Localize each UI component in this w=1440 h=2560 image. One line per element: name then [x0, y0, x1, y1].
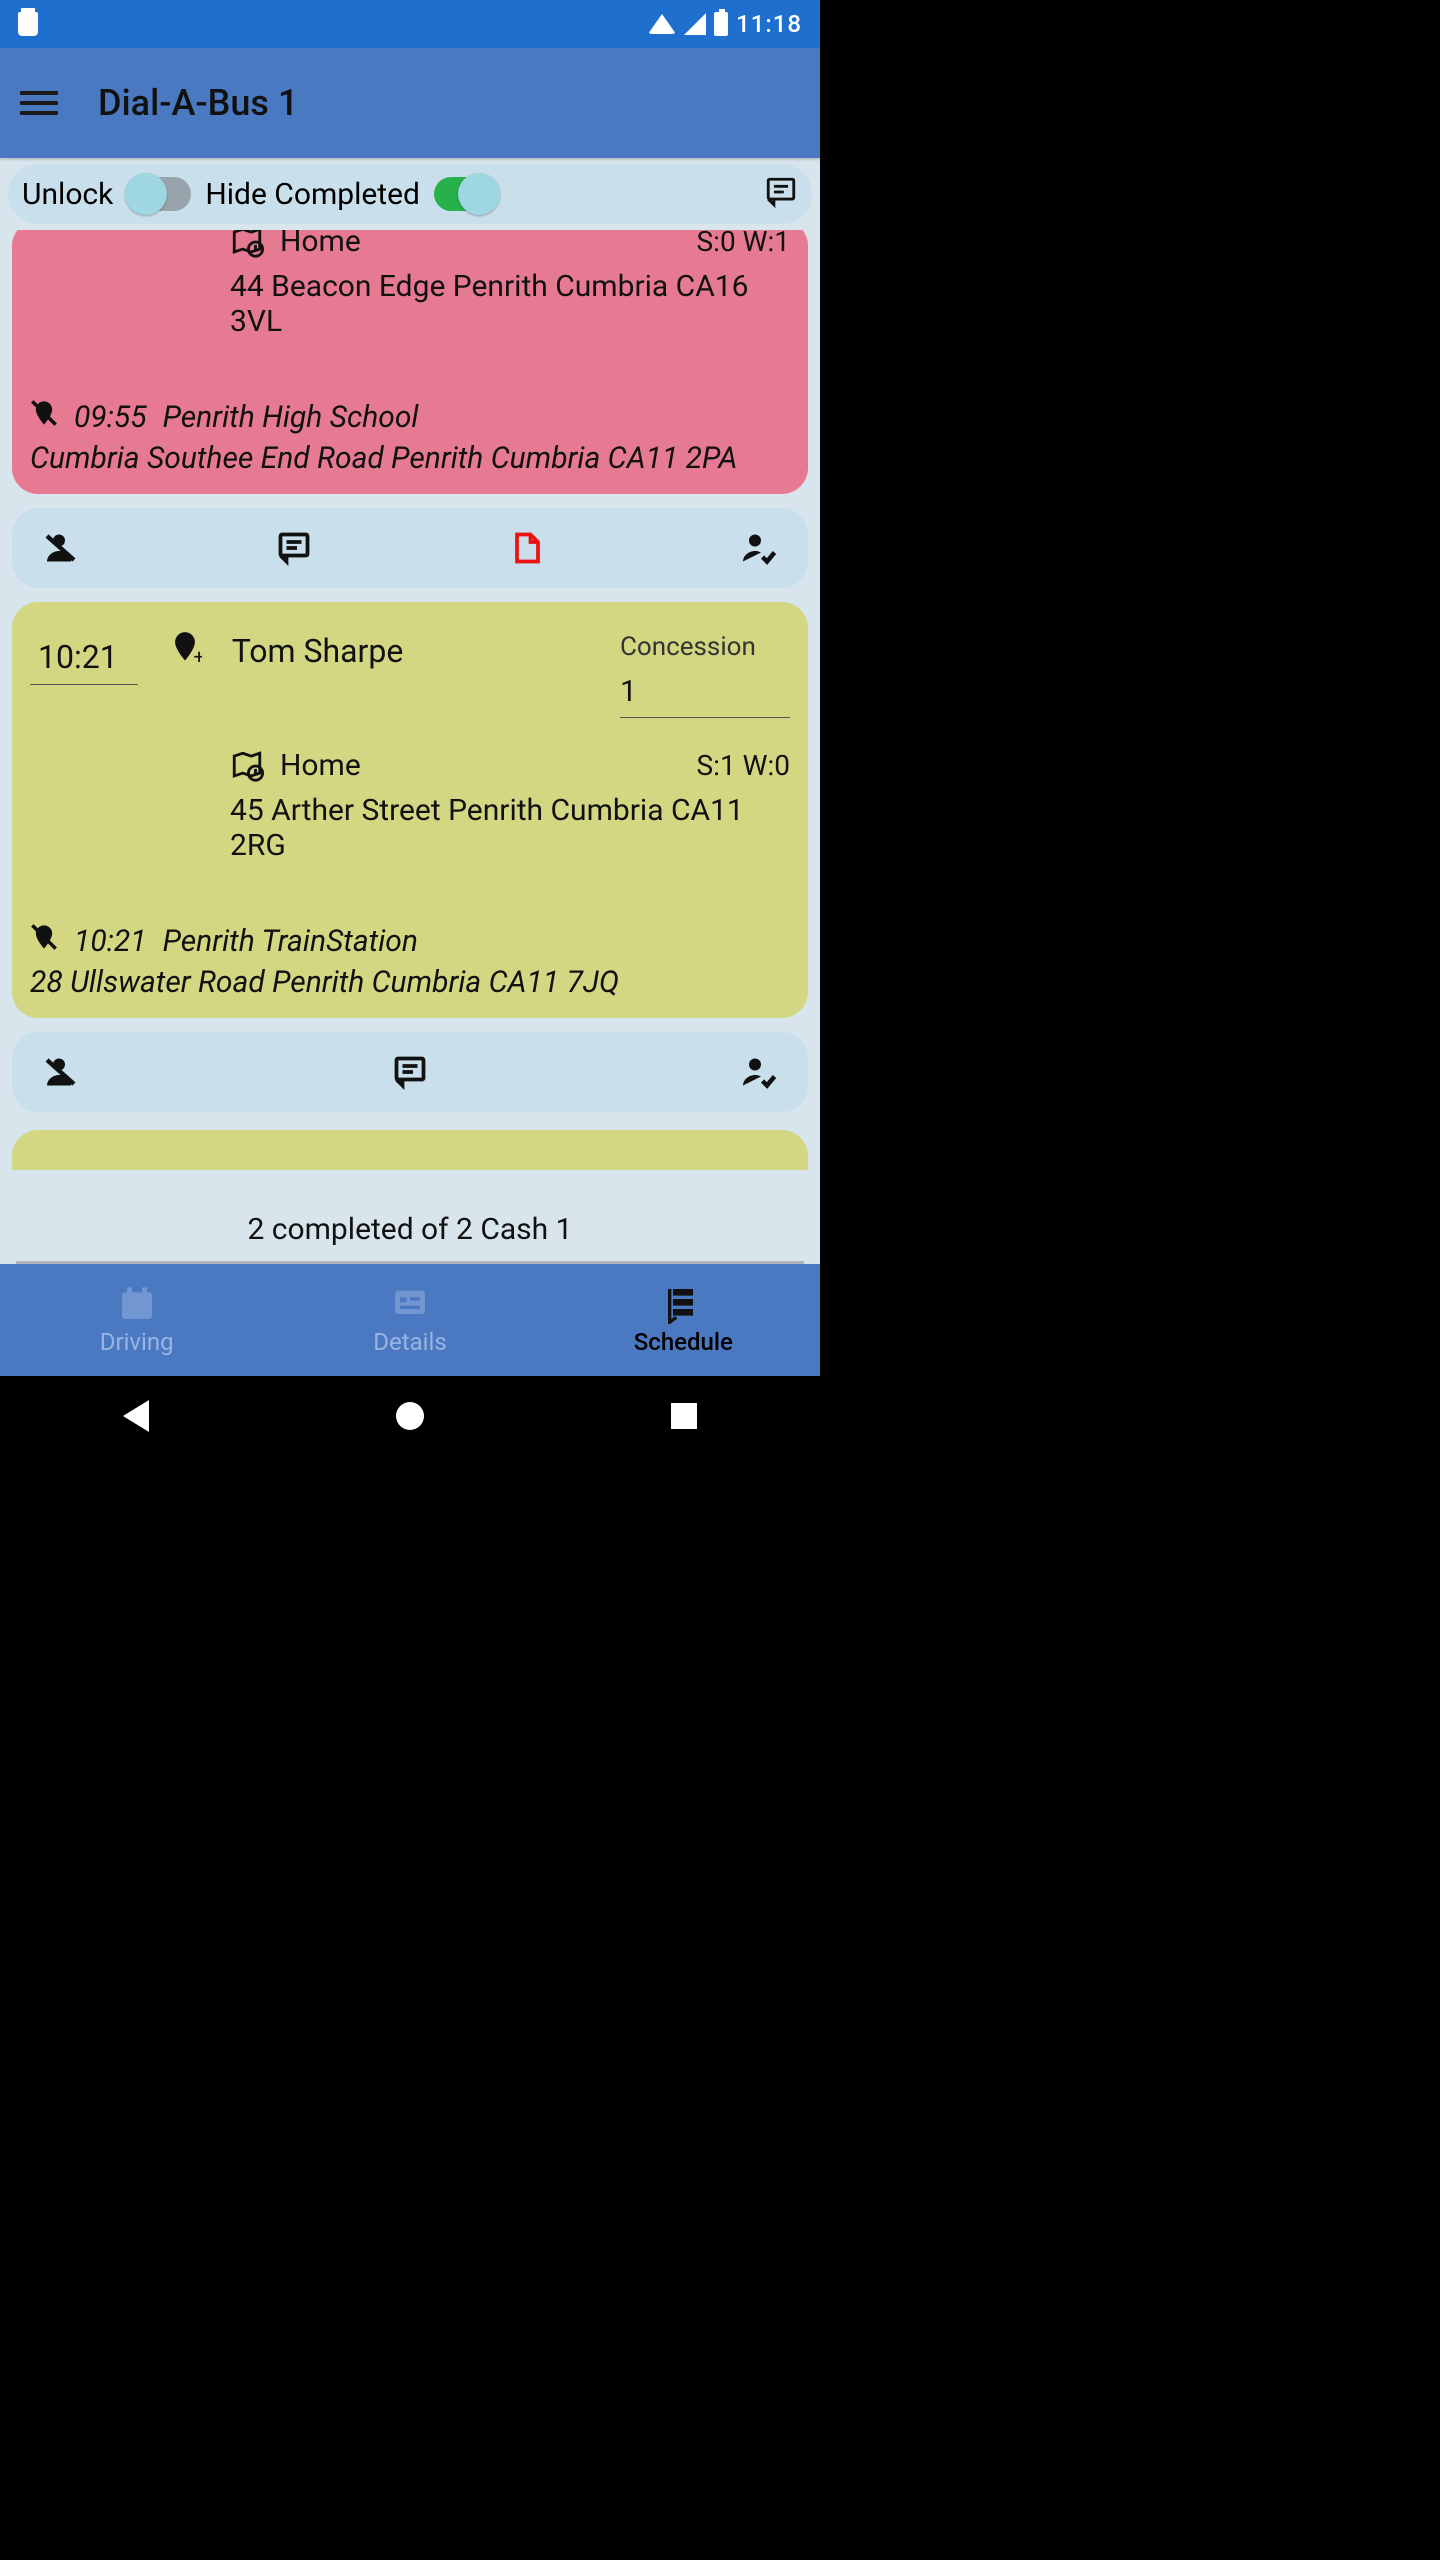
battery-charging-icon	[714, 12, 728, 36]
summary-footer: 2 completed of 2 Cash 1	[0, 1194, 820, 1264]
card-actions	[12, 508, 808, 588]
passenger-name: Tom Sharpe	[232, 632, 404, 670]
no-show-icon[interactable]	[42, 528, 82, 568]
card-actions	[12, 1032, 808, 1112]
tab-driving[interactable]: Driving	[0, 1264, 273, 1376]
schedule-card[interactable]: 10:21 + Tom Sharpe Concession 1 Home S:1…	[12, 602, 808, 1018]
status-clock: 11:18	[736, 10, 802, 38]
messages-icon[interactable]	[764, 175, 798, 213]
page-title: Dial-A-Bus 1	[98, 82, 298, 124]
details-icon	[390, 1284, 430, 1324]
unlock-toggle[interactable]	[127, 177, 191, 211]
android-nav-bar	[0, 1376, 820, 1456]
schedule-icon	[663, 1284, 703, 1324]
concession-field[interactable]: 1	[620, 668, 790, 718]
pickup-time[interactable]: 10:21	[30, 632, 138, 685]
recent-apps-button[interactable]	[671, 1403, 697, 1429]
note-alert-icon[interactable]	[506, 528, 546, 568]
hide-completed-toggle[interactable]	[434, 177, 498, 211]
tab-label: Driving	[100, 1328, 174, 1356]
tab-schedule[interactable]: Schedule	[547, 1264, 820, 1376]
dest-address: 28 Ullswater Road Penrith Cumbria CA11 7…	[30, 965, 790, 1000]
filter-bar: Unlock Hide Completed	[8, 164, 812, 224]
mark-complete-icon[interactable]	[738, 528, 778, 568]
origin-label: Home	[280, 748, 361, 783]
seat-wheelchair-count: S:1 W:0	[697, 749, 790, 782]
origin-label: Home	[280, 230, 361, 259]
menu-icon[interactable]	[20, 91, 58, 115]
bottom-tab-bar: Driving Details Schedule	[0, 1264, 820, 1376]
location-off-icon	[30, 399, 58, 435]
map-time-icon	[230, 230, 264, 259]
origin-address: 44 Beacon Edge Penrith Cumbria CA16 3VL	[230, 269, 790, 339]
tab-label: Schedule	[634, 1328, 733, 1356]
add-location-icon: +	[168, 632, 202, 681]
dest-name: Penrith TrainStation	[163, 924, 418, 959]
dest-name: Penrith High School	[163, 400, 419, 435]
wifi-icon	[648, 14, 676, 34]
unlock-label: Unlock	[22, 177, 113, 212]
schedule-card-peek[interactable]	[12, 1130, 808, 1170]
home-button[interactable]	[396, 1402, 424, 1430]
dest-time: 10:21	[74, 924, 147, 959]
map-time-icon	[230, 749, 264, 783]
message-icon[interactable]	[390, 1052, 430, 1092]
dest-address: Cumbria Southee End Road Penrith Cumbria…	[30, 441, 790, 476]
location-off-icon	[30, 923, 58, 959]
cellular-icon	[684, 13, 706, 35]
hide-completed-label: Hide Completed	[205, 177, 420, 212]
seat-wheelchair-count: S:0 W:1	[697, 230, 790, 258]
mark-complete-icon[interactable]	[738, 1052, 778, 1092]
origin-address: 45 Arther Street Penrith Cumbria CA11 2R…	[230, 793, 790, 863]
schedule-card[interactable]: Home S:0 W:1 44 Beacon Edge Penrith Cumb…	[12, 230, 808, 494]
app-bar: Dial-A-Bus 1	[0, 48, 820, 158]
svg-text:+: +	[193, 645, 202, 668]
summary-text: 2 completed of 2 Cash 1	[0, 1194, 820, 1253]
tab-label: Details	[373, 1328, 446, 1356]
tab-details[interactable]: Details	[273, 1264, 546, 1376]
concession-label: Concession	[620, 632, 790, 662]
back-button[interactable]	[123, 1400, 149, 1432]
dest-time: 09:55	[74, 400, 147, 435]
sd-card-icon	[18, 12, 38, 36]
message-icon[interactable]	[274, 528, 314, 568]
schedule-list: Home S:0 W:1 44 Beacon Edge Penrith Cumb…	[0, 230, 820, 1194]
no-show-icon[interactable]	[42, 1052, 82, 1092]
android-status-bar: 11:18	[0, 0, 820, 48]
calendar-icon	[117, 1284, 157, 1324]
